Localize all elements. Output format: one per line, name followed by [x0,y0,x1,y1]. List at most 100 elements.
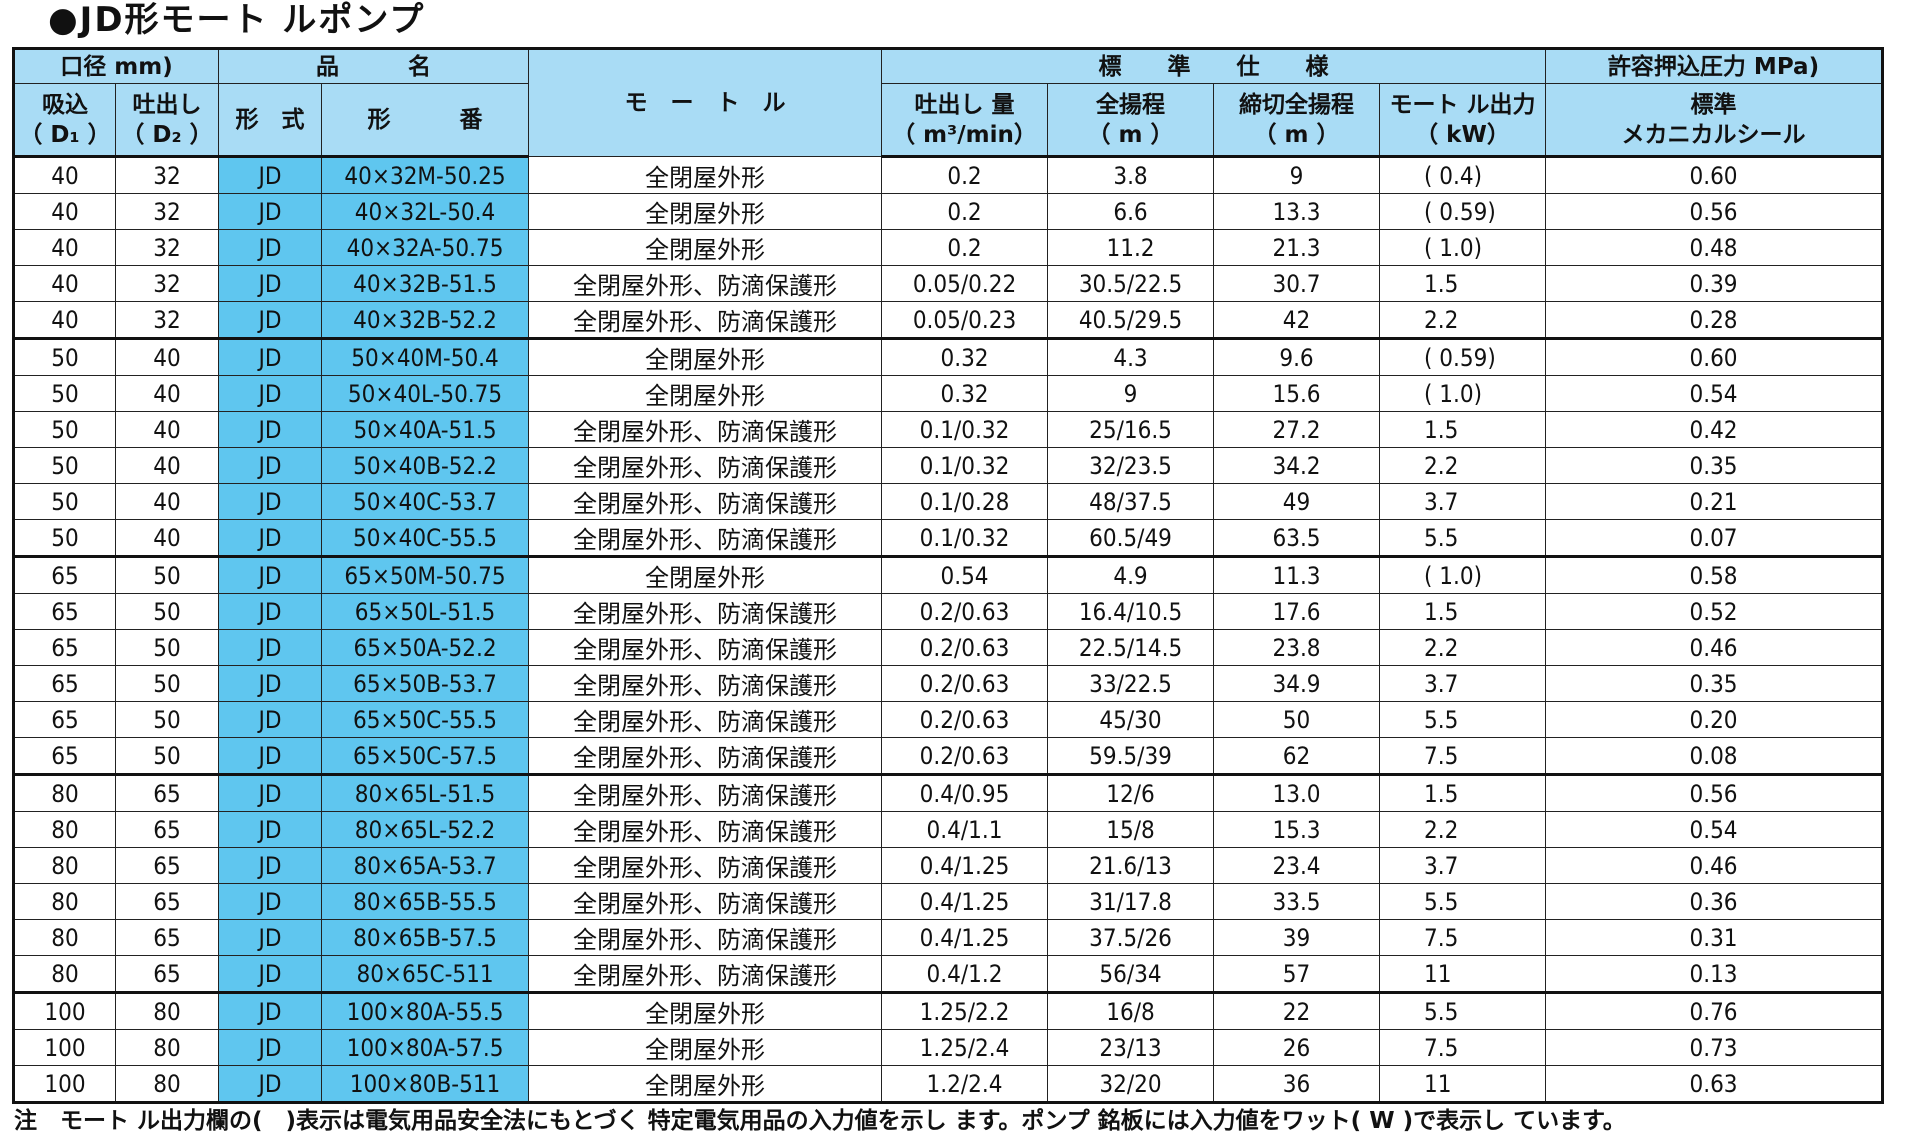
pump-spec-table: 口径 mm) 品 名 モ ー ト ル 標 準 仕 様 許容押込圧力 MPa) 吸… [12,47,1885,1104]
cell-shutoff-head: 15.3 [1213,811,1381,848]
cell-discharge-diameter: 50 [114,665,220,702]
cell-model-number: 65×50C-55.5 [321,701,530,738]
cell-discharge-diameter: 40 [114,375,220,412]
cell-total-head: 59.5/39 [1047,737,1215,775]
header-total-head-label: 全揚程 [1096,91,1166,118]
cell-allowable-pressure: 0.60 [1545,337,1884,376]
cell-motor-type: 全閉屋外形、防滴保護形 [528,629,883,666]
cell-motor-output: 3.7 [1379,665,1547,702]
cell-type: JD [218,737,323,775]
cell-motor-output: 1.5 [1379,265,1547,302]
table-row: 80 65 JD 80×65B-55.5 全閉屋外形、防滴保護形 0.4/1.25 31/1… [13,883,1884,920]
cell-flow-rate: 0.54 [881,555,1049,594]
table-row: 100 80 JD 100×80A-57.5 全閉屋外形 1.25/2.4 23/13 26 7… [13,1029,1884,1066]
cell-suction-diameter: 100 [13,1065,116,1103]
cell-suction-diameter: 80 [13,955,116,993]
cell-motor-output: 5.5 [1379,519,1547,557]
cell-discharge-diameter: 80 [114,991,220,1030]
cell-shutoff-head: 13.3 [1213,193,1381,230]
table-row: 65 50 JD 65×50C-55.5 全閉屋外形、防滴保護形 0.2/0.63 45/3… [13,701,1884,738]
cell-suction-diameter: 65 [13,593,116,630]
cell-motor-type: 全閉屋外形 [528,337,883,376]
cell-flow-rate: 0.32 [881,337,1049,376]
cell-total-head: 33/22.5 [1047,665,1215,702]
cell-suction-diameter: 65 [13,665,116,702]
cell-discharge-diameter: 65 [114,811,220,848]
cell-total-head: 30.5/22.5 [1047,265,1215,302]
cell-motor-output: 11 [1379,955,1547,993]
table-row: 65 50 JD 65×50M-50.75 全閉屋外形 0.54 4.9 11.3( 1.0)… [13,555,1884,594]
cell-discharge-diameter: 32 [114,229,220,266]
table-row: 40 32 JD 40×32B-51.5 全閉屋外形、防滴保護形 0.05/0.22 30.… [13,265,1884,302]
table-row: 80 65 JD 80×65A-53.7 全閉屋外形、防滴保護形 0.4/1.25 21.6… [13,847,1884,884]
header-motor-output-label: モート ル出力 [1389,91,1536,118]
cell-model-number: 40×32M-50.25 [321,156,530,194]
cell-flow-rate: 0.2/0.63 [881,665,1049,702]
cell-shutoff-head: 21.3 [1213,229,1381,266]
cell-motor-type: 全閉屋外形 [528,555,883,594]
cell-model-number: 40×32A-50.75 [321,229,530,266]
cell-shutoff-head: 34.9 [1213,665,1381,702]
table-row: 40 32 JD 40×32B-52.2 全閉屋外形、防滴保護形 0.05/0.23 40.… [13,301,1884,339]
cell-total-head: 12/6 [1047,773,1215,812]
cell-type: JD [218,337,323,376]
cell-total-head: 45/30 [1047,701,1215,738]
cell-motor-output: ( 0.59) [1379,337,1547,376]
cell-allowable-pressure: 0.63 [1545,1065,1884,1103]
cell-shutoff-head: 50 [1213,701,1381,738]
cell-motor-output: 1.5 [1379,411,1547,448]
header-allowable-pressure: 許容押込圧力 MPa) [1545,48,1884,84]
table-row: 65 50 JD 65×50B-53.7 全閉屋外形、防滴保護形 0.2/0.63 33/2… [13,665,1884,702]
cell-total-head: 22.5/14.5 [1047,629,1215,666]
cell-discharge-diameter: 40 [114,483,220,520]
cell-allowable-pressure: 0.35 [1545,665,1884,702]
header-standard-label: 標準 [1690,91,1737,118]
cell-total-head: 16/8 [1047,991,1215,1030]
cell-total-head: 4.3 [1047,337,1215,376]
cell-type: JD [218,1029,323,1066]
cell-suction-diameter: 40 [13,265,116,302]
cell-model-number: 40×32L-50.4 [321,193,530,230]
cell-suction-diameter: 80 [13,883,116,920]
cell-allowable-pressure: 0.56 [1545,773,1884,812]
cell-type: JD [218,229,323,266]
cell-suction-diameter: 65 [13,555,116,594]
header-suction-unit: （ D₁ ） [19,121,111,148]
header-motor-output-unit: （ kW） [1415,121,1510,148]
cell-allowable-pressure: 0.58 [1545,555,1884,594]
cell-discharge-diameter: 80 [114,1065,220,1103]
cell-motor-output: ( 1.0) [1379,229,1547,266]
cell-total-head: 56/34 [1047,955,1215,993]
table-row: 80 65 JD 80×65C-511 全閉屋外形、防滴保護形 0.4/1.2 56/34 5… [13,955,1884,993]
cell-allowable-pressure: 0.31 [1545,919,1884,956]
header-discharge-label: 吐出し [132,91,202,118]
cell-total-head: 60.5/49 [1047,519,1215,557]
cell-model-number: 65×50A-52.2 [321,629,530,666]
cell-motor-type: 全閉屋外形、防滴保護形 [528,773,883,812]
cell-motor-type: 全閉屋外形、防滴保護形 [528,301,883,339]
cell-shutoff-head: 23.4 [1213,847,1381,884]
cell-total-head: 6.6 [1047,193,1215,230]
cell-allowable-pressure: 0.56 [1545,193,1884,230]
header-model: 形 番 [321,83,530,158]
page-title: ●JD形モート ルポンプ [48,0,426,40]
cell-type: JD [218,811,323,848]
header-standard-spec: 標 準 仕 様 [881,48,1547,84]
cell-discharge-diameter: 65 [114,955,220,993]
cell-suction-diameter: 50 [13,483,116,520]
cell-suction-diameter: 65 [13,629,116,666]
header-type: 形 式 [218,83,323,158]
table-row: 100 80 JD 100×80B-511 全閉屋外形 1.2/2.4 32/20 36 11 0… [13,1065,1884,1103]
cell-discharge-diameter: 65 [114,883,220,920]
cell-model-number: 50×40C-55.5 [321,519,530,557]
cell-suction-diameter: 80 [13,919,116,956]
cell-type: JD [218,701,323,738]
table-row: 80 65 JD 80×65B-57.5 全閉屋外形、防滴保護形 0.4/1.25 37.5… [13,919,1884,956]
cell-allowable-pressure: 0.54 [1545,811,1884,848]
cell-type: JD [218,265,323,302]
cell-shutoff-head: 23.8 [1213,629,1381,666]
cell-motor-type: 全閉屋外形、防滴保護形 [528,737,883,775]
cell-motor-type: 全閉屋外形、防滴保護形 [528,811,883,848]
cell-suction-diameter: 80 [13,811,116,848]
cell-allowable-pressure: 0.08 [1545,737,1884,775]
